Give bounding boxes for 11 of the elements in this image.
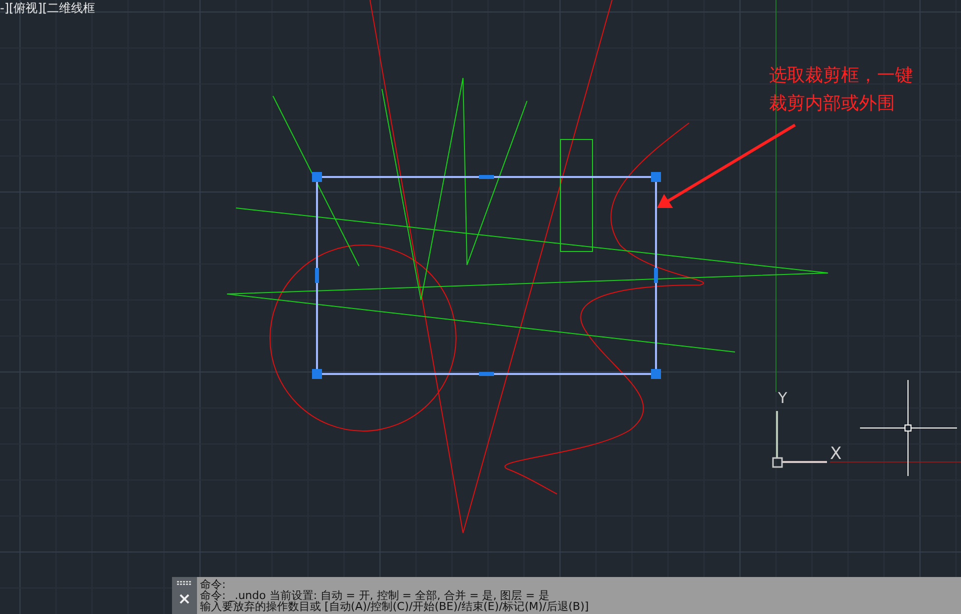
grip-icon[interactable] bbox=[176, 581, 192, 585]
command-history-line: 命令: bbox=[200, 579, 227, 590]
command-history-line: 输入要放弃的操作数目或 [自动(A)/控制(C)/开始(BE)/结束(E)/标记(M)/后退(B)] bbox=[200, 601, 589, 612]
ucs-axes-icon bbox=[772, 411, 827, 468]
selected-clip-frame[interactable] bbox=[312, 172, 661, 379]
command-history-line: 命令: _.undo 当前设置: 自动 = 开, 控制 = 全部, 合并 = 是, 图层 = 是 bbox=[200, 590, 550, 601]
annotation-text: 选取裁剪框，一键 bbox=[769, 64, 913, 88]
x-axis-label: X bbox=[830, 445, 842, 463]
annotation-text: 裁剪内部或外围 bbox=[769, 92, 896, 116]
y-axis-label: Y bbox=[778, 390, 788, 406]
viewport-label[interactable]: -][俯视][二维线框 bbox=[0, 0, 96, 16]
